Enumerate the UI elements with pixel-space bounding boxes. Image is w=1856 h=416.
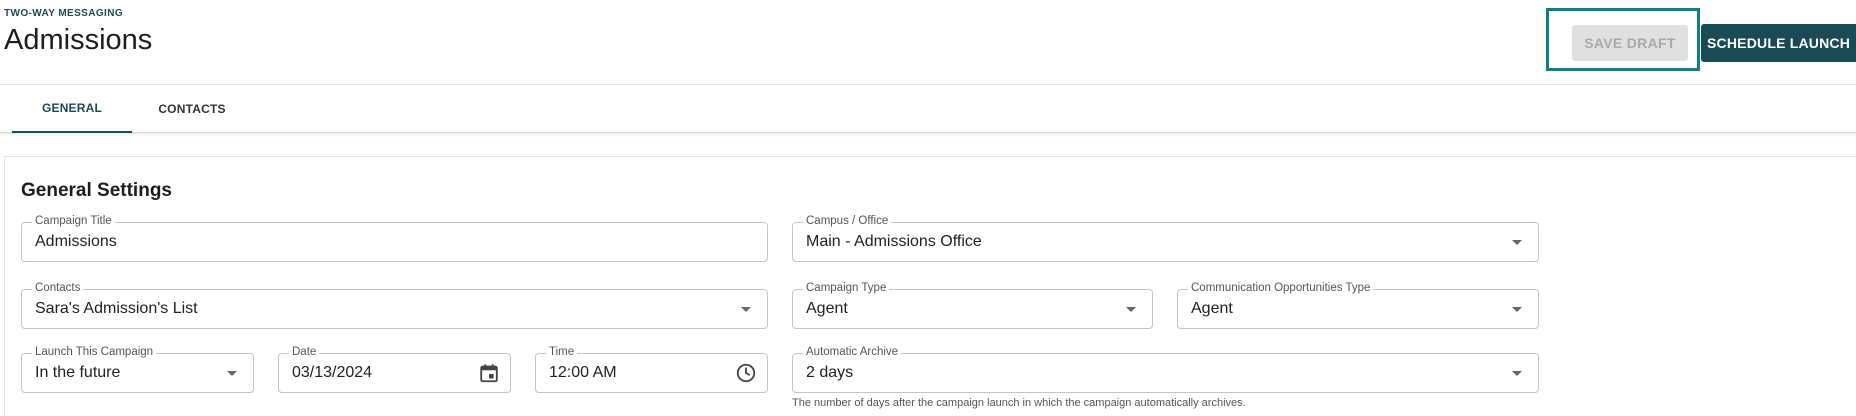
- date-value: 03/13/2024: [292, 364, 373, 381]
- calendar-icon[interactable]: [478, 362, 500, 384]
- chevron-down-icon[interactable]: [227, 371, 237, 376]
- chevron-down-icon[interactable]: [1512, 240, 1522, 245]
- launch-campaign-value: In the future: [35, 364, 121, 381]
- chevron-down-icon[interactable]: [1512, 371, 1522, 376]
- campaign-title-label: Campaign Title: [32, 215, 115, 227]
- campaign-type-value: Agent: [806, 300, 848, 317]
- launch-campaign-label: Launch This Campaign: [32, 346, 157, 358]
- automatic-archive-value: 2 days: [806, 364, 854, 381]
- campaign-title-field[interactable]: Campaign Title Admissions: [21, 215, 768, 262]
- chevron-down-icon[interactable]: [741, 307, 751, 312]
- date-field[interactable]: Date 03/13/2024: [278, 346, 511, 393]
- campus-office-select[interactable]: Campus / Office Main - Admissions Office: [792, 215, 1539, 262]
- tab-bar: GENERAL CONTACTS: [0, 85, 1856, 133]
- launch-campaign-select[interactable]: Launch This Campaign In the future: [21, 346, 254, 393]
- chevron-down-icon[interactable]: [1126, 307, 1136, 312]
- automatic-archive-select[interactable]: Automatic Archive 2 days: [792, 346, 1539, 393]
- section-title: General Settings: [21, 180, 172, 201]
- time-label: Time: [546, 346, 578, 358]
- clock-icon[interactable]: [735, 362, 757, 384]
- contacts-label: Contacts: [32, 282, 84, 294]
- comm-opportunities-type-label: Communication Opportunities Type: [1188, 282, 1374, 294]
- chevron-down-icon[interactable]: [1512, 307, 1522, 312]
- page-eyebrow: TWO-WAY MESSAGING: [4, 8, 124, 19]
- date-label: Date: [289, 346, 320, 358]
- campaign-type-select[interactable]: Campaign Type Agent: [792, 282, 1153, 329]
- automatic-archive-label: Automatic Archive: [803, 346, 902, 358]
- campaign-title-value: Admissions: [35, 233, 117, 250]
- comm-opportunities-type-value: Agent: [1191, 300, 1233, 317]
- campaign-type-label: Campaign Type: [803, 282, 890, 294]
- campus-office-value: Main - Admissions Office: [806, 233, 982, 250]
- campus-office-label: Campus / Office: [803, 215, 892, 227]
- time-value: 12:00 AM: [549, 364, 617, 381]
- tab-contacts[interactable]: CONTACTS: [132, 85, 252, 133]
- time-field[interactable]: Time 12:00 AM: [535, 346, 768, 393]
- contacts-select[interactable]: Contacts Sara's Admission's List: [21, 282, 768, 329]
- schedule-launch-button[interactable]: SCHEDULE LAUNCH: [1701, 24, 1856, 62]
- save-draft-button[interactable]: SAVE DRAFT: [1572, 25, 1688, 61]
- page-title: Admissions: [4, 24, 153, 56]
- contacts-value: Sara's Admission's List: [35, 300, 198, 317]
- comm-opportunities-type-select[interactable]: Communication Opportunities Type Agent: [1177, 282, 1539, 329]
- automatic-archive-helper: The number of days after the campaign la…: [792, 397, 1246, 409]
- tab-general[interactable]: GENERAL: [12, 85, 132, 133]
- page-header: TWO-WAY MESSAGING Admissions SAVE DRAFT …: [0, 0, 1856, 85]
